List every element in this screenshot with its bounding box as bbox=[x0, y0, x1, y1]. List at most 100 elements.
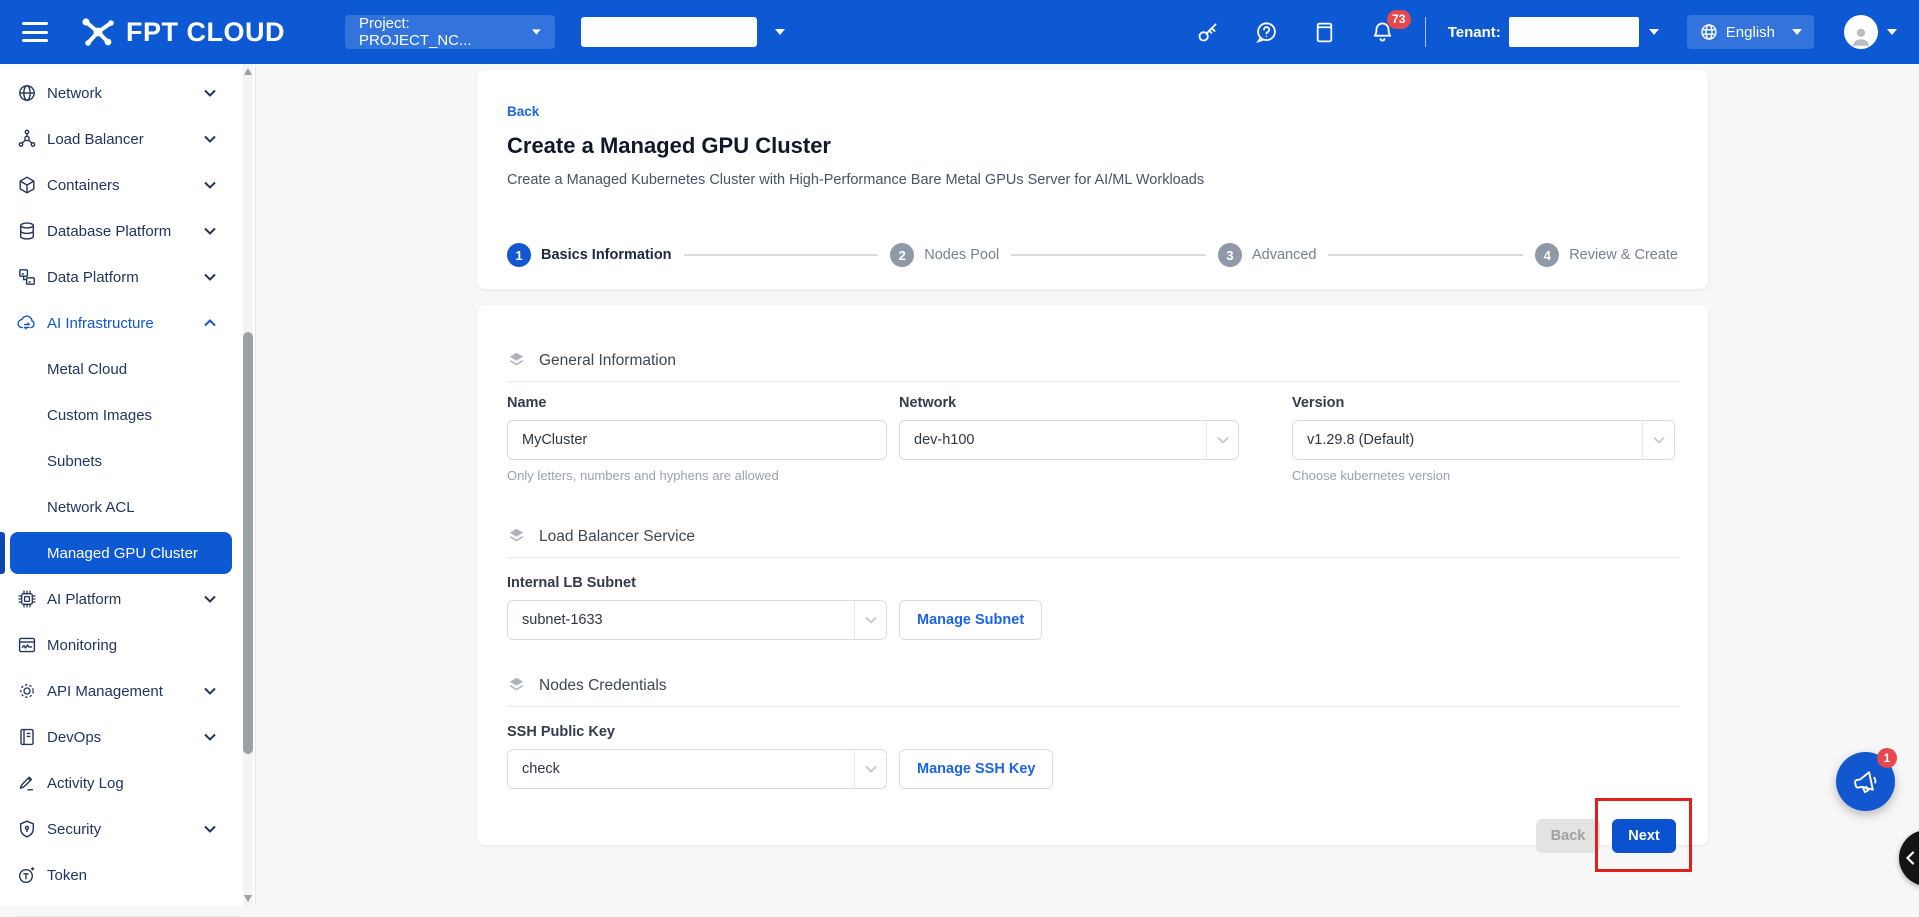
top-navbar: FPT CLOUD Project: PROJECT_NC... bbox=[0, 0, 1919, 64]
name-label: Name bbox=[507, 395, 887, 411]
menu-icon[interactable] bbox=[22, 22, 48, 42]
section-rule bbox=[507, 706, 1678, 707]
logo-text: FPT CLOUD bbox=[126, 17, 285, 48]
global-search-input[interactable] bbox=[581, 17, 757, 47]
chevron-down-icon bbox=[1206, 421, 1238, 459]
sidebar-item-ai-infrastructure[interactable]: AI Infrastructure bbox=[0, 300, 234, 346]
tenant-caret-down-icon[interactable] bbox=[1649, 29, 1659, 35]
version-select[interactable]: v1.29.8 (Default) bbox=[1292, 420, 1675, 460]
language-caret-down-icon bbox=[1792, 29, 1802, 35]
network-select[interactable]: dev-h100 bbox=[899, 420, 1239, 460]
user-menu[interactable] bbox=[1844, 15, 1897, 49]
step-number: 1 bbox=[507, 243, 531, 267]
sidebar-item-devops[interactable]: DevOps bbox=[0, 714, 234, 760]
step-label: Review & Create bbox=[1569, 247, 1678, 263]
layers-icon bbox=[507, 527, 526, 546]
manage-subnet-button[interactable]: Manage Subnet bbox=[899, 600, 1042, 640]
sidebar-item-monitoring[interactable]: Monitoring bbox=[0, 622, 234, 668]
step-review-create[interactable]: 4 Review & Create bbox=[1535, 243, 1678, 267]
scrollbar-thumb[interactable] bbox=[243, 332, 253, 754]
chevron-down-icon bbox=[204, 273, 216, 281]
sidebar-item-ai-platform[interactable]: AI Platform bbox=[0, 576, 234, 622]
sidebar-item-token[interactable]: Token bbox=[0, 852, 234, 898]
tenant-input[interactable] bbox=[1509, 17, 1639, 47]
docs-icon[interactable] bbox=[1313, 21, 1336, 44]
search-caret-down-icon[interactable] bbox=[775, 29, 785, 35]
page-header-card: Back Create a Managed GPU Cluster Create… bbox=[477, 70, 1708, 289]
section-title: Load Balancer Service bbox=[539, 528, 695, 546]
devops-book-icon bbox=[16, 727, 38, 747]
chevron-down-icon bbox=[854, 601, 886, 639]
wizard-stepper: 1 Basics Information 2 Nodes Pool 3 Adva… bbox=[507, 243, 1678, 267]
support-icon[interactable] bbox=[1254, 20, 1279, 45]
network-field-group: Network dev-h100 bbox=[899, 395, 1239, 483]
internal-lb-subnet-select[interactable]: subnet-1633 bbox=[507, 600, 887, 640]
section-rule bbox=[507, 381, 1678, 382]
step-nodes-pool[interactable]: 2 Nodes Pool bbox=[890, 243, 999, 267]
sidebar-item-label: Custom Images bbox=[47, 407, 152, 424]
key-icon[interactable] bbox=[1196, 20, 1220, 44]
cluster-name-input[interactable] bbox=[507, 420, 887, 460]
step-label: Advanced bbox=[1252, 247, 1317, 263]
data-platform-icon bbox=[16, 267, 38, 287]
step-advanced[interactable]: 3 Advanced bbox=[1218, 243, 1317, 267]
chevron-down-icon bbox=[204, 733, 216, 741]
layers-icon bbox=[507, 351, 526, 370]
wizard-back-button[interactable]: Back bbox=[1536, 819, 1600, 853]
stepper-connector bbox=[1011, 254, 1206, 256]
sidebar-item-api-management[interactable]: API Management bbox=[0, 668, 234, 714]
back-link[interactable]: Back bbox=[507, 104, 539, 119]
chevron-down-icon bbox=[204, 687, 216, 695]
sidebar-item-network-acl[interactable]: Network ACL bbox=[0, 484, 234, 530]
tenant-label: Tenant: bbox=[1448, 24, 1501, 41]
sidebar-item-managed-gpu-cluster[interactable]: Managed GPU Cluster bbox=[0, 530, 234, 576]
step-basics-information[interactable]: 1 Basics Information bbox=[507, 243, 672, 267]
step-label: Basics Information bbox=[541, 247, 672, 263]
ssh-public-key-select[interactable]: check bbox=[507, 749, 887, 789]
chevron-down-icon bbox=[204, 89, 216, 97]
announcements-fab[interactable]: 1 bbox=[1836, 752, 1895, 811]
section-general-information: General Information bbox=[507, 351, 1678, 370]
sidebar-item-activity-log[interactable]: Activity Log bbox=[0, 760, 234, 806]
sidebar: Network Load Balancer Containers Databas… bbox=[0, 64, 256, 906]
sidebar-item-subnets[interactable]: Subnets bbox=[0, 438, 234, 484]
sidebar-item-network[interactable]: Network bbox=[0, 70, 234, 116]
scrollbar-up-arrow[interactable] bbox=[244, 68, 252, 75]
notifications-icon[interactable]: 73 bbox=[1370, 20, 1395, 45]
network-label: Network bbox=[899, 395, 1239, 411]
chevron-down-icon bbox=[204, 595, 216, 603]
sidebar-item-custom-images[interactable]: Custom Images bbox=[0, 392, 234, 438]
ai-chip-icon bbox=[16, 589, 38, 609]
sidebar-item-metal-cloud[interactable]: Metal Cloud bbox=[0, 346, 234, 392]
chevron-down-icon bbox=[204, 135, 216, 143]
sidebar-scrollbar[interactable] bbox=[243, 64, 253, 906]
sidebar-item-label: API Management bbox=[47, 683, 163, 700]
logo-mark-icon bbox=[78, 14, 118, 50]
section-nodes-credentials: Nodes Credentials bbox=[507, 676, 1678, 695]
section-title: General Information bbox=[539, 352, 676, 370]
step-number: 4 bbox=[1535, 243, 1559, 267]
language-selector[interactable]: English bbox=[1687, 15, 1814, 49]
sidebar-item-label: Containers bbox=[47, 177, 120, 194]
project-selector[interactable]: Project: PROJECT_NC... bbox=[345, 15, 555, 49]
layers-icon bbox=[507, 676, 526, 695]
sidebar-item-label: Security bbox=[47, 821, 101, 838]
sidebar-item-load-balancer[interactable]: Load Balancer bbox=[0, 116, 234, 162]
main-content: Back Create a Managed GPU Cluster Create… bbox=[257, 64, 1919, 906]
wizard-next-button[interactable]: Next bbox=[1612, 819, 1676, 853]
sidebar-item-label: Token bbox=[47, 867, 87, 884]
name-hint: Only letters, numbers and hyphens are al… bbox=[507, 468, 887, 483]
sidebar-item-database-platform[interactable]: Database Platform bbox=[0, 208, 234, 254]
sidebar-item-security[interactable]: Security bbox=[0, 806, 234, 852]
navbar-right-group: 73 Tenant: English bbox=[1162, 15, 1897, 49]
sidebar-item-data-platform[interactable]: Data Platform bbox=[0, 254, 234, 300]
subnet-selected-value: subnet-1633 bbox=[522, 612, 854, 628]
version-hint: Choose kubernetes version bbox=[1292, 468, 1675, 483]
sidebar-item-label: Network bbox=[47, 85, 102, 102]
chevron-down-icon bbox=[1642, 421, 1674, 459]
manage-ssh-key-button[interactable]: Manage SSH Key bbox=[899, 749, 1053, 789]
sidebar-item-label: Subnets bbox=[47, 453, 102, 470]
scrollbar-down-arrow[interactable] bbox=[244, 895, 252, 902]
sidebar-item-containers[interactable]: Containers bbox=[0, 162, 234, 208]
page-title: Create a Managed GPU Cluster bbox=[507, 133, 1678, 159]
